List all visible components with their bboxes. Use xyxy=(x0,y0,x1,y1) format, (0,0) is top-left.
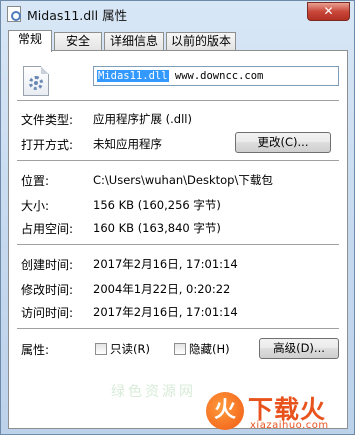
separator xyxy=(17,160,339,162)
change-button[interactable]: 更改(C)... xyxy=(235,132,331,153)
separator xyxy=(17,328,339,330)
tab-details[interactable]: 详细信息 xyxy=(104,32,164,51)
size-label: 大小: xyxy=(21,199,50,213)
size-value: 156 KB (160,256 字节) xyxy=(93,198,221,212)
modified-label: 修改时间: xyxy=(21,283,74,297)
tab-general[interactable]: 常规 xyxy=(8,30,52,52)
accessed-value: 2017年2月16日, 17:01:14 xyxy=(93,305,238,319)
filename-input[interactable]: Midas11.dll www.downcc.com xyxy=(93,66,339,86)
faint-watermark-text: 绿色资源网 xyxy=(111,384,196,400)
attributes-label: 属性: xyxy=(21,343,50,357)
general-panel: Midas11.dll www.downcc.com 文件类型: 应用程序扩展 … xyxy=(8,50,348,429)
flame-logo-icon: 火 xyxy=(206,392,244,430)
tab-previous-versions[interactable]: 以前的版本 xyxy=(166,32,236,51)
file-type-label: 文件类型: xyxy=(21,113,74,127)
created-value: 2017年2月16日, 17:01:14 xyxy=(93,257,238,271)
location-label: 位置: xyxy=(21,174,50,188)
watermark-site: xiazaihuo.com xyxy=(250,420,329,431)
close-button[interactable]: ✕ xyxy=(307,2,350,21)
modified-value: 2004年1月22日, 0:20:22 xyxy=(93,282,231,296)
accessed-label: 访问时间: xyxy=(21,306,74,320)
filename-selected-text: Midas11.dll xyxy=(97,70,169,82)
hidden-label[interactable]: 隐藏(H) xyxy=(189,341,230,357)
readonly-label[interactable]: 只读(R) xyxy=(110,341,150,357)
tab-strip: 常规 安全 详细信息 以前的版本 xyxy=(8,30,348,52)
gear-icon xyxy=(29,76,43,90)
file-type-value: 应用程序扩展 (.dll) xyxy=(93,112,192,126)
hidden-checkbox[interactable] xyxy=(174,343,186,355)
created-label: 创建时间: xyxy=(21,258,74,272)
window-title: Midas11.dll 属性 xyxy=(27,8,128,23)
location-value: C:\Users\wuhan\Desktop\下载包 xyxy=(93,173,273,187)
readonly-checkbox[interactable] xyxy=(95,343,107,355)
title-bar: Midas11.dll 属性 ✕ xyxy=(1,1,354,27)
filename-suffix-text: www.downcc.com xyxy=(168,70,264,82)
size-on-disk-label: 占用空间: xyxy=(21,222,74,236)
tab-security[interactable]: 安全 xyxy=(54,32,102,51)
dll-file-icon xyxy=(7,6,21,22)
advanced-button[interactable]: 高级(D)... xyxy=(259,338,339,359)
opens-with-label: 打开方式: xyxy=(21,138,74,152)
dll-gear-icon xyxy=(23,66,49,96)
opens-with-value: 未知应用程序 xyxy=(93,137,162,151)
separator xyxy=(17,100,339,102)
watermark: 火 下载火 xiazaihuo.com xyxy=(206,390,354,434)
size-on-disk-value: 160 KB (163,840 字节) xyxy=(93,221,221,235)
separator xyxy=(17,244,339,246)
properties-window: Midas11.dll 属性 ✕ 常规 安全 详细信息 以前的版本 Midas1… xyxy=(0,0,355,435)
